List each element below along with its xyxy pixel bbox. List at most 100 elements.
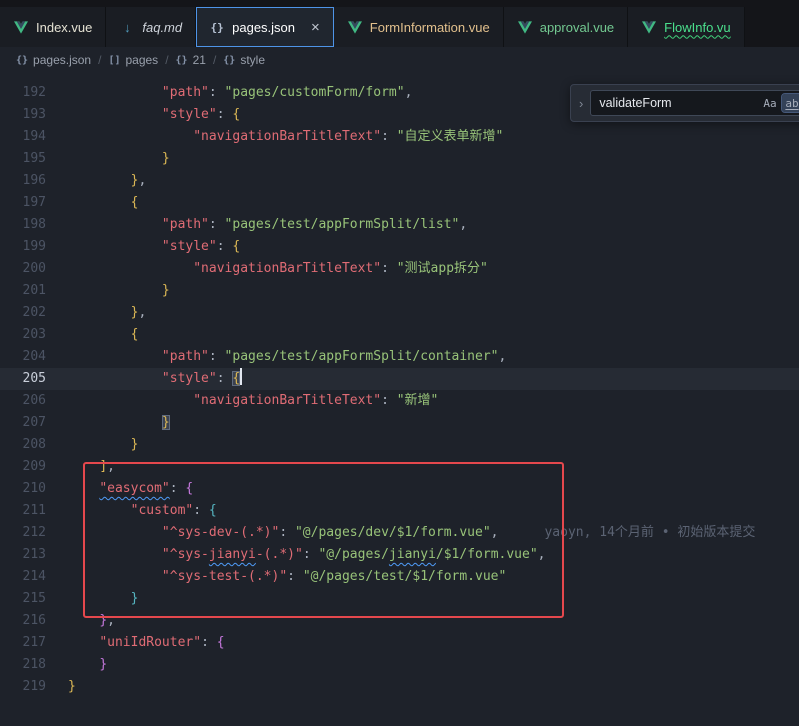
line-number[interactable]: 197 <box>0 192 68 214</box>
tab-approval-vue[interactable]: approval.vue <box>504 7 628 47</box>
code-text[interactable]: "^sys-dev-(.*)": "@/pages/dev/$1/form.vu… <box>68 522 799 544</box>
line-number[interactable]: 209 <box>0 456 68 478</box>
line-number[interactable]: 192 <box>0 82 68 104</box>
tab-faq-md[interactable]: ↓faq.md <box>106 7 196 47</box>
find-expand-chevron-icon[interactable]: › <box>579 96 583 111</box>
line-number[interactable]: 195 <box>0 148 68 170</box>
line-number[interactable]: 215 <box>0 588 68 610</box>
code-text[interactable]: } <box>68 148 799 170</box>
line-number[interactable]: 208 <box>0 434 68 456</box>
line-number[interactable]: 200 <box>0 258 68 280</box>
code-text[interactable]: }, <box>68 302 799 324</box>
line-number[interactable]: 201 <box>0 280 68 302</box>
code-line-201[interactable]: 201 } <box>0 280 799 302</box>
code-text[interactable]: { <box>68 324 799 346</box>
code-text[interactable]: "style": { <box>68 368 799 390</box>
tab-close-icon[interactable]: × <box>311 20 320 35</box>
symbol-icon: [] <box>108 55 120 66</box>
line-number[interactable]: 196 <box>0 170 68 192</box>
code-line-215[interactable]: 215 } <box>0 588 799 610</box>
code-line-214[interactable]: 214 "^sys-test-(.*)": "@/pages/test/$1/f… <box>0 566 799 588</box>
line-number[interactable]: 218 <box>0 654 68 676</box>
match-case-button[interactable]: Aa <box>760 94 780 112</box>
line-number[interactable]: 207 <box>0 412 68 434</box>
code-text[interactable]: "uniIdRouter": { <box>68 632 799 654</box>
code-line-216[interactable]: 216 }, <box>0 610 799 632</box>
code-text[interactable]: } <box>68 280 799 302</box>
code-line-213[interactable]: 213 "^sys-jianyi-(.*)": "@/pages/jianyi/… <box>0 544 799 566</box>
line-number[interactable]: 210 <box>0 478 68 500</box>
tab-flowinfo-vu[interactable]: FlowInfo.vu <box>628 7 744 47</box>
line-number[interactable]: 202 <box>0 302 68 324</box>
code-line-211[interactable]: 211 "custom": { <box>0 500 799 522</box>
code-text[interactable]: "custom": { <box>68 500 799 522</box>
tab-pages-json[interactable]: {}pages.json× <box>196 7 334 47</box>
code-line-207[interactable]: 207 } <box>0 412 799 434</box>
line-number[interactable]: 212 <box>0 522 68 544</box>
code-line-208[interactable]: 208 } <box>0 434 799 456</box>
line-number[interactable]: 199 <box>0 236 68 258</box>
breadcrumb-item-pages.json[interactable]: {}pages.json <box>16 53 91 67</box>
code-line-217[interactable]: 217 "uniIdRouter": { <box>0 632 799 654</box>
breadcrumb-separator: / <box>165 53 168 67</box>
tab-label: approval.vue <box>540 20 614 35</box>
code-text[interactable]: "path": "pages/test/appFormSplit/list", <box>68 214 799 236</box>
code-text[interactable]: }, <box>68 170 799 192</box>
line-number[interactable]: 219 <box>0 676 68 698</box>
code-text[interactable]: "navigationBarTitleText": "自定义表单新增" <box>68 126 799 148</box>
line-number[interactable]: 198 <box>0 214 68 236</box>
code-line-194[interactable]: 194 "navigationBarTitleText": "自定义表单新增" <box>0 126 799 148</box>
code-line-198[interactable]: 198 "path": "pages/test/appFormSplit/lis… <box>0 214 799 236</box>
code-line-219[interactable]: 219} <box>0 676 799 698</box>
code-text[interactable]: "^sys-jianyi-(.*)": "@/pages/jianyi/$1/f… <box>68 544 799 566</box>
code-line-218[interactable]: 218 } <box>0 654 799 676</box>
find-input[interactable]: validateForm Aa ab .* <box>590 90 799 116</box>
code-line-204[interactable]: 204 "path": "pages/test/appFormSplit/con… <box>0 346 799 368</box>
line-number[interactable]: 193 <box>0 104 68 126</box>
code-line-196[interactable]: 196 }, <box>0 170 799 192</box>
code-line-205[interactable]: 205 "style": { <box>0 368 799 390</box>
code-text[interactable]: }, <box>68 610 799 632</box>
line-number[interactable]: 216 <box>0 610 68 632</box>
code-line-210[interactable]: 210 "easycom": { <box>0 478 799 500</box>
code-text[interactable]: "^sys-test-(.*)": "@/pages/test/$1/form.… <box>68 566 799 588</box>
code-text[interactable]: "navigationBarTitleText": "测试app拆分" <box>68 258 799 280</box>
code-line-199[interactable]: 199 "style": { <box>0 236 799 258</box>
line-number[interactable]: 214 <box>0 566 68 588</box>
code-line-195[interactable]: 195 } <box>0 148 799 170</box>
code-line-202[interactable]: 202 }, <box>0 302 799 324</box>
line-number[interactable]: 203 <box>0 324 68 346</box>
code-line-197[interactable]: 197 { <box>0 192 799 214</box>
code-text[interactable]: } <box>68 412 799 434</box>
line-number[interactable]: 194 <box>0 126 68 148</box>
breadcrumb-item-21[interactable]: {}21 <box>176 53 206 67</box>
code-text[interactable]: } <box>68 588 799 610</box>
line-number[interactable]: 213 <box>0 544 68 566</box>
code-text[interactable]: } <box>68 434 799 456</box>
tab-index-vue[interactable]: Index.vue <box>0 7 106 47</box>
breadcrumb-item-style[interactable]: {}style <box>223 53 265 67</box>
code-text[interactable]: "style": { <box>68 236 799 258</box>
code-text[interactable]: } <box>68 654 799 676</box>
line-number[interactable]: 205 <box>0 368 68 390</box>
breadcrumb-item-pages[interactable]: []pages <box>108 53 158 67</box>
code-text[interactable]: "navigationBarTitleText": "新增" <box>68 390 799 412</box>
line-number[interactable]: 206 <box>0 390 68 412</box>
code-text[interactable]: "easycom": { <box>68 478 799 500</box>
code-text[interactable]: } <box>68 676 799 698</box>
code-text[interactable]: "path": "pages/test/appFormSplit/contain… <box>68 346 799 368</box>
code-text[interactable]: { <box>68 192 799 214</box>
code-line-209[interactable]: 209 ], <box>0 456 799 478</box>
code-text[interactable]: ], <box>68 456 799 478</box>
code-line-203[interactable]: 203 { <box>0 324 799 346</box>
line-number[interactable]: 217 <box>0 632 68 654</box>
code-line-200[interactable]: 200 "navigationBarTitleText": "测试app拆分" <box>0 258 799 280</box>
code-line-206[interactable]: 206 "navigationBarTitleText": "新增" <box>0 390 799 412</box>
line-number[interactable]: 204 <box>0 346 68 368</box>
tab-forminformation-vue[interactable]: FormInformation.vue <box>334 7 504 47</box>
whole-word-button[interactable]: ab <box>782 94 799 112</box>
tab-label: FormInformation.vue <box>370 20 490 35</box>
find-query[interactable]: validateForm <box>599 96 758 110</box>
line-number[interactable]: 211 <box>0 500 68 522</box>
code-line-212[interactable]: 212 "^sys-dev-(.*)": "@/pages/dev/$1/for… <box>0 522 799 544</box>
